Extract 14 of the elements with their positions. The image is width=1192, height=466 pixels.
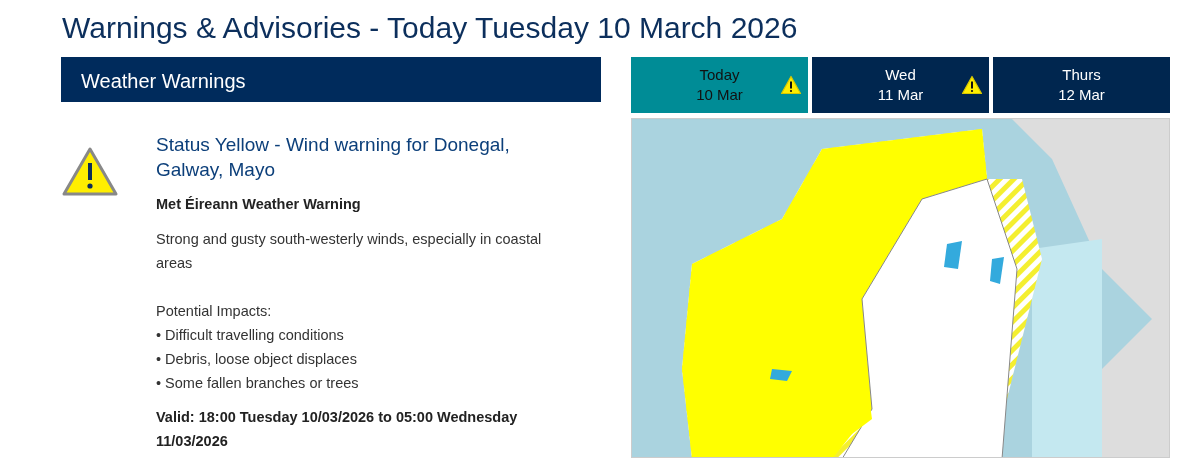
impacts-heading: Potential Impacts: [156, 301, 273, 321]
impact-item: • Debris, loose object displaces [156, 349, 358, 369]
warning-description: Strong and gusty south-westerly winds, especially in coastal areas [156, 229, 543, 273]
warning-icon [61, 146, 119, 198]
day-tab[interactable]: Today 10 Mar [631, 57, 808, 113]
validity-period: Valid: 18:00 Tuesday 10/03/2026 to 05:00 Wednesday 11/03/2026 [156, 407, 519, 451]
day-tab[interactable]: Thurs 12 Mar [993, 57, 1170, 113]
impact-item: • Difficult travelling conditions [156, 325, 345, 345]
page-title: Warnings & Advisories - Today Tuesday 10 March 2026 [61, 10, 799, 46]
warning-title: Status Yellow - Wind warning for Donegal, Galway, Mayo [156, 133, 511, 182]
day-tab[interactable]: Wed 11 Mar [812, 57, 989, 113]
impact-item: • Some fallen branches or trees [156, 373, 360, 393]
section-header: Weather Warnings [61, 57, 601, 102]
warning-source: Met Éireann Weather Warning [156, 195, 362, 214]
